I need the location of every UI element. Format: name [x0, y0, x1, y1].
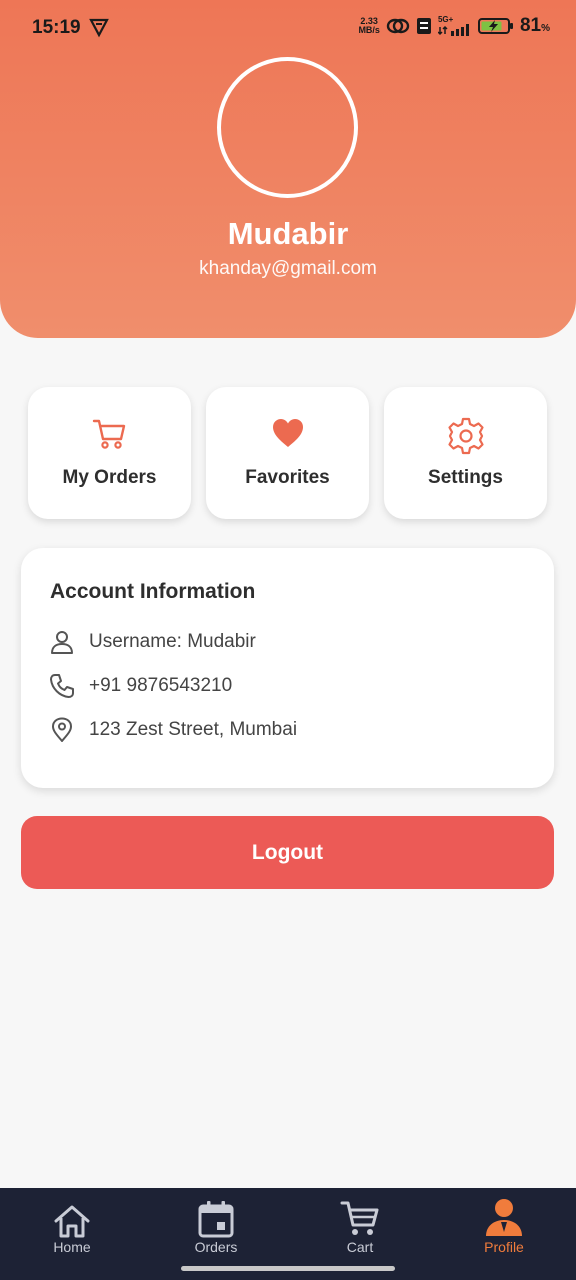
- phone-row: +91 9876543210: [49, 671, 232, 701]
- nav-cart[interactable]: Cart: [310, 1198, 410, 1258]
- location-pin-icon: [52, 717, 72, 742]
- person-icon: [486, 1199, 522, 1236]
- address-row: 123 Zest Street, Mumbai: [49, 715, 297, 745]
- username-text: Username: Mudabir: [89, 631, 256, 652]
- nav-orders[interactable]: Orders: [166, 1198, 266, 1258]
- gear-icon: [447, 417, 484, 455]
- signal-bars-icon: [437, 24, 469, 36]
- nav-orders-label: Orders: [194, 1239, 238, 1255]
- status-time: 15:19: [32, 17, 81, 38]
- nav-home-label: Home: [53, 1239, 91, 1255]
- status-bar: 15:19 2.33 MB/s 5G+ 81%: [0, 0, 576, 56]
- home-icon: [54, 1205, 90, 1238]
- vpn-icon: [89, 18, 109, 38]
- battery-percent: 81%: [519, 15, 550, 36]
- account-title: Account Information: [50, 580, 256, 603]
- user-icon: [51, 631, 73, 654]
- favorites-card[interactable]: Favorites: [206, 387, 369, 519]
- my-orders-card[interactable]: My Orders: [28, 387, 191, 519]
- logout-button[interactable]: Logout: [21, 816, 554, 889]
- settings-card[interactable]: Settings: [384, 387, 547, 519]
- username-row: Username: Mudabir: [49, 627, 256, 657]
- hotspot-icon: [386, 18, 410, 34]
- home-indicator[interactable]: [181, 1266, 395, 1271]
- avatar[interactable]: [217, 57, 358, 198]
- settings-label: Settings: [428, 467, 503, 488]
- my-orders-label: My Orders: [62, 467, 157, 488]
- cart-icon: [340, 1201, 379, 1235]
- network-speed: 2.33 MB/s: [358, 16, 380, 35]
- phone-icon: [50, 674, 74, 698]
- signal-indicator: 5G+: [437, 16, 472, 36]
- calendar-icon: [198, 1201, 234, 1238]
- favorites-label: Favorites: [245, 467, 330, 488]
- account-info-card: Account Information Username: Mudabir +9…: [21, 548, 554, 788]
- phone-text: +91 9876543210: [89, 675, 233, 696]
- nav-profile[interactable]: Profile: [454, 1198, 554, 1258]
- user-name: Mudabir: [227, 216, 349, 251]
- address-text: 123 Zest Street, Mumbai: [89, 719, 298, 740]
- user-email: khanday@gmail.com: [199, 258, 377, 279]
- nav-home[interactable]: Home: [22, 1198, 122, 1258]
- nav-profile-label: Profile: [484, 1239, 524, 1255]
- heart-icon: [272, 419, 303, 447]
- battery-icon: [477, 18, 513, 34]
- volte-icon: [416, 18, 431, 34]
- nav-cart-label: Cart: [346, 1239, 374, 1255]
- cart-icon: [92, 419, 125, 449]
